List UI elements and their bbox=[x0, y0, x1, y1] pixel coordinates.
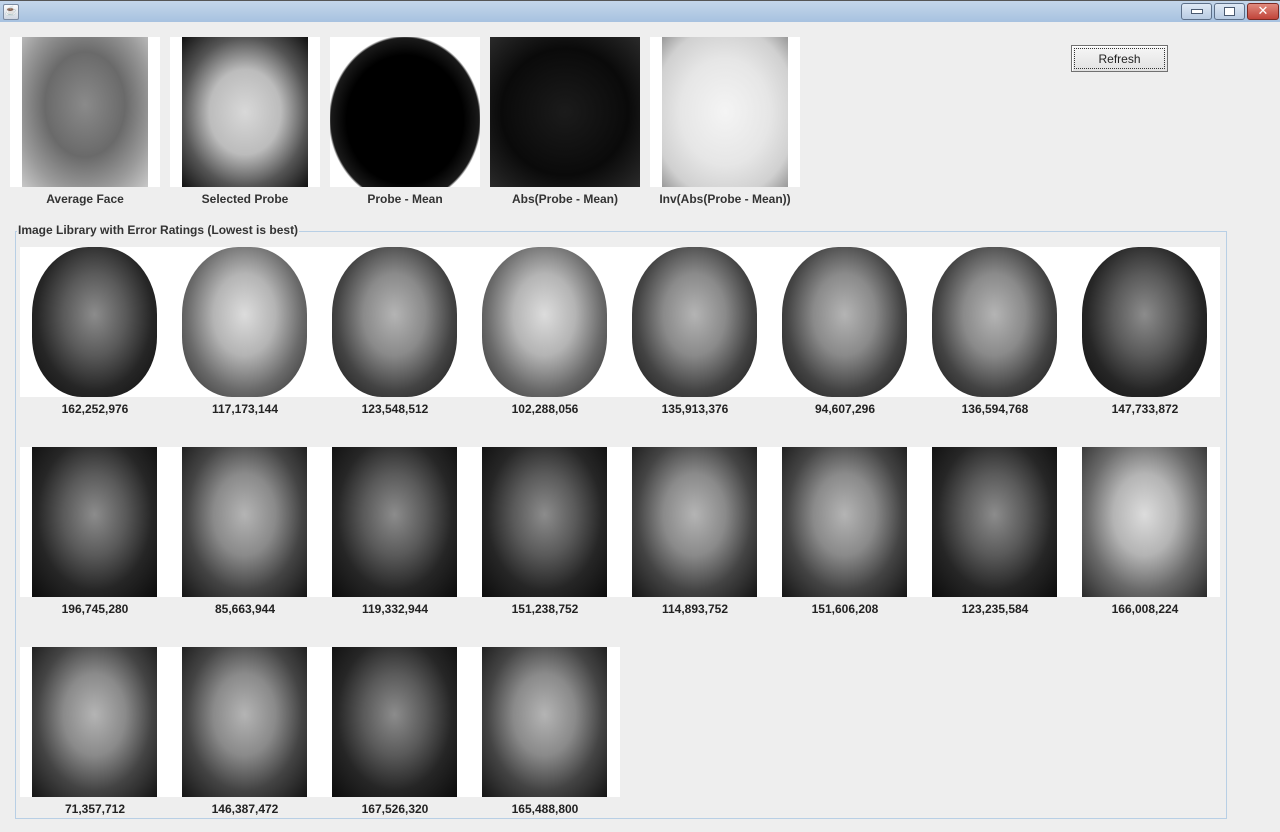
library-image[interactable] bbox=[1070, 447, 1220, 597]
library-image[interactable] bbox=[20, 647, 170, 797]
library-image[interactable] bbox=[1070, 247, 1220, 397]
close-icon: ✕ bbox=[1257, 4, 1269, 19]
library-image[interactable] bbox=[320, 447, 470, 597]
face-image bbox=[490, 37, 640, 187]
library-image[interactable] bbox=[320, 247, 470, 397]
face-image bbox=[332, 647, 457, 797]
error-score: 71,357,712 bbox=[64, 802, 126, 816]
minimize-button[interactable] bbox=[1181, 3, 1212, 20]
error-score: 123,548,512 bbox=[361, 402, 429, 416]
error-score: 136,594,768 bbox=[961, 402, 1029, 416]
probe-minus-mean-label: Probe - Mean bbox=[367, 192, 443, 206]
error-score: 85,663,944 bbox=[214, 602, 276, 616]
face-image bbox=[1082, 247, 1207, 397]
average-face-label: Average Face bbox=[46, 192, 124, 206]
face-image bbox=[482, 447, 607, 597]
error-score: 135,913,376 bbox=[661, 402, 729, 416]
error-score: 123,235,584 bbox=[961, 602, 1029, 616]
face-image bbox=[22, 37, 148, 187]
library-image[interactable] bbox=[20, 447, 170, 597]
error-score: 114,893,752 bbox=[661, 602, 729, 616]
error-score: 167,526,320 bbox=[361, 802, 429, 816]
java-icon[interactable]: ☕ bbox=[3, 4, 19, 20]
face-image bbox=[182, 447, 307, 597]
face-image bbox=[32, 447, 157, 597]
refresh-button[interactable]: Refresh bbox=[1071, 45, 1168, 72]
probe-minus-mean-image bbox=[330, 37, 480, 187]
library-image[interactable] bbox=[20, 247, 170, 397]
library-image[interactable] bbox=[320, 647, 470, 797]
face-image bbox=[332, 447, 457, 597]
minimize-icon bbox=[1190, 9, 1203, 14]
face-image bbox=[32, 647, 157, 797]
error-score: 102,288,056 bbox=[511, 402, 579, 416]
refresh-button-label: Refresh bbox=[1074, 48, 1165, 69]
library-image[interactable] bbox=[620, 247, 770, 397]
library-image[interactable] bbox=[920, 247, 1070, 397]
library-image[interactable] bbox=[770, 247, 920, 397]
face-image bbox=[932, 247, 1057, 397]
error-score: 146,387,472 bbox=[211, 802, 279, 816]
library-image[interactable] bbox=[170, 447, 320, 597]
abs-diff-label: Abs(Probe - Mean) bbox=[511, 192, 618, 206]
face-image bbox=[482, 647, 607, 797]
face-image bbox=[1082, 447, 1207, 597]
abs-diff-image bbox=[490, 37, 640, 187]
face-image bbox=[330, 37, 480, 187]
face-image bbox=[332, 247, 457, 397]
probe-label: Selected Probe bbox=[201, 192, 289, 206]
face-image bbox=[632, 447, 757, 597]
probe-image bbox=[170, 37, 320, 187]
error-score: 151,238,752 bbox=[511, 602, 579, 616]
library-image[interactable] bbox=[170, 647, 320, 797]
error-score: 147,733,872 bbox=[1111, 402, 1179, 416]
face-image bbox=[662, 37, 788, 187]
face-image bbox=[182, 37, 308, 187]
restore-button[interactable] bbox=[1214, 3, 1245, 20]
library-image[interactable] bbox=[470, 447, 620, 597]
error-score: 166,008,224 bbox=[1111, 602, 1179, 616]
error-score: 196,745,280 bbox=[61, 602, 129, 616]
image-library-title: Image Library with Error Ratings (Lowest… bbox=[17, 223, 300, 237]
error-score: 165,488,800 bbox=[511, 802, 579, 816]
inv-abs-diff-image bbox=[650, 37, 800, 187]
error-score: 119,332,944 bbox=[361, 602, 429, 616]
library-image[interactable] bbox=[470, 647, 620, 797]
face-image bbox=[32, 247, 157, 397]
error-score: 117,173,144 bbox=[211, 402, 279, 416]
library-image[interactable] bbox=[620, 447, 770, 597]
restore-icon bbox=[1224, 7, 1235, 16]
face-image bbox=[182, 647, 307, 797]
error-score: 162,252,976 bbox=[61, 402, 129, 416]
face-image bbox=[932, 447, 1057, 597]
face-image bbox=[632, 247, 757, 397]
face-image bbox=[782, 247, 907, 397]
library-image[interactable] bbox=[770, 447, 920, 597]
face-image bbox=[482, 247, 607, 397]
average-face-image bbox=[10, 37, 160, 187]
title-bar: ☕ ✕ bbox=[0, 0, 1280, 22]
library-image[interactable] bbox=[470, 247, 620, 397]
face-image bbox=[182, 247, 307, 397]
face-image bbox=[782, 447, 907, 597]
close-button[interactable]: ✕ bbox=[1247, 3, 1279, 20]
error-score: 151,606,208 bbox=[811, 602, 879, 616]
inv-abs-diff-label: Inv(Abs(Probe - Mean)) bbox=[659, 192, 791, 206]
library-image[interactable] bbox=[170, 247, 320, 397]
error-score: 94,607,296 bbox=[814, 402, 876, 416]
library-image[interactable] bbox=[920, 447, 1070, 597]
